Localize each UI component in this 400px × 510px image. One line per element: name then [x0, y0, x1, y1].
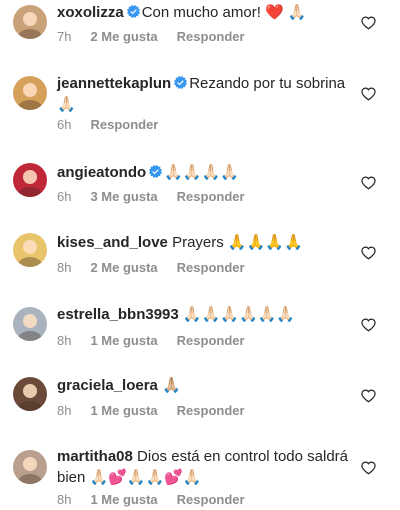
comment-text-block: jeannettekaplun Rezando por tu sobrina 🙏🏻 [57, 73, 357, 115]
like-heart-icon[interactable] [361, 176, 376, 190]
likes-count-button[interactable]: 1 Me gusta [90, 333, 157, 348]
likes-count-button[interactable]: 1 Me gusta [90, 492, 157, 507]
comment-username[interactable]: martitha08 [57, 448, 133, 465]
comment-meta: 8h 1 Me gusta Responder [57, 492, 264, 508]
like-heart-icon[interactable] [361, 87, 376, 101]
avatar[interactable] [13, 163, 47, 197]
comment-content: Con mucho amor! ❤️ 🙏🏻 [141, 4, 307, 21]
likes-count-button[interactable]: 1 Me gusta [90, 403, 157, 418]
like-heart-icon[interactable] [361, 16, 376, 30]
reply-button[interactable]: Responder [177, 189, 245, 204]
comment-content: 🙏🏼 [162, 377, 181, 394]
like-heart-icon[interactable] [361, 318, 376, 332]
reply-button[interactable]: Responder [177, 333, 245, 348]
comment-timestamp: 8h [57, 260, 72, 275]
avatar[interactable] [13, 233, 47, 267]
like-heart-icon[interactable] [361, 461, 376, 475]
comment-username[interactable]: estrella_bbn3993 [57, 306, 179, 323]
like-heart-icon[interactable] [361, 246, 376, 260]
comment-meta: 6h 3 Me gusta Responder [57, 189, 264, 205]
avatar[interactable] [13, 76, 47, 110]
comment-text-block: xoxolizza Con mucho amor! ❤️ 🙏🏻 [57, 2, 357, 23]
comment-meta: 7h 2 Me gusta Responder [57, 29, 264, 45]
like-heart-icon[interactable] [361, 389, 376, 403]
avatar[interactable] [13, 5, 47, 39]
avatar[interactable] [13, 450, 47, 484]
comment-timestamp: 6h [57, 117, 72, 132]
comment-meta: 8h 2 Me gusta Responder [57, 260, 264, 276]
reply-button[interactable]: Responder [177, 260, 245, 275]
comment-content: Prayers 🙏🙏🙏🙏 [172, 234, 303, 251]
comment-content: 🙏🏻🙏🏻🙏🏻🙏🏻🙏🏻🙏🏻 [182, 306, 295, 323]
comment-text-block: estrella_bbn3993 🙏🏻🙏🏻🙏🏻🙏🏻🙏🏻🙏🏻 [57, 304, 357, 325]
verified-badge-icon [126, 5, 140, 18]
comment-timestamp: 7h [57, 29, 72, 44]
comment-text-block: angieatondo 🙏🏻🙏🏻🙏🏻🙏🏻 [57, 162, 357, 183]
likes-count-button[interactable]: 3 Me gusta [90, 189, 157, 204]
comment-username[interactable]: jeannettekaplun [57, 75, 171, 92]
avatar[interactable] [13, 307, 47, 341]
comment-meta: 6h Responder [57, 117, 177, 133]
comments-list: xoxolizza Con mucho amor! ❤️ 🙏🏻 7h 2 Me gus… [0, 0, 400, 510]
comment-timestamp: 8h [57, 333, 72, 348]
comment-text-block: kises_and_love Prayers 🙏🙏🙏🙏 [57, 232, 357, 253]
comment-timestamp: 8h [57, 403, 72, 418]
comment-username[interactable]: graciela_loera [57, 377, 158, 394]
likes-count-button[interactable]: 2 Me gusta [90, 260, 157, 275]
reply-button[interactable]: Responder [90, 117, 158, 132]
comment-meta: 8h 1 Me gusta Responder [57, 403, 264, 419]
comment-timestamp: 6h [57, 189, 72, 204]
comment-username[interactable]: kises_and_love [57, 234, 168, 251]
comment-text-block: martitha08 Dios está en control todo sal… [57, 446, 357, 488]
likes-count-button[interactable]: 2 Me gusta [90, 29, 157, 44]
reply-button[interactable]: Responder [177, 492, 245, 507]
verified-badge-icon [174, 76, 188, 89]
reply-button[interactable]: Responder [177, 403, 245, 418]
comment-timestamp: 8h [57, 492, 72, 507]
comment-content: 🙏🏻🙏🏻🙏🏻🙏🏻 [164, 164, 239, 181]
verified-badge-icon [149, 165, 163, 178]
reply-button[interactable]: Responder [177, 29, 245, 44]
comment-meta: 8h 1 Me gusta Responder [57, 333, 264, 349]
comment-username[interactable]: xoxolizza [57, 4, 124, 21]
comment-username[interactable]: angieatondo [57, 164, 146, 181]
comment-text-block: graciela_loera 🙏🏼 [57, 375, 357, 396]
avatar[interactable] [13, 377, 47, 411]
